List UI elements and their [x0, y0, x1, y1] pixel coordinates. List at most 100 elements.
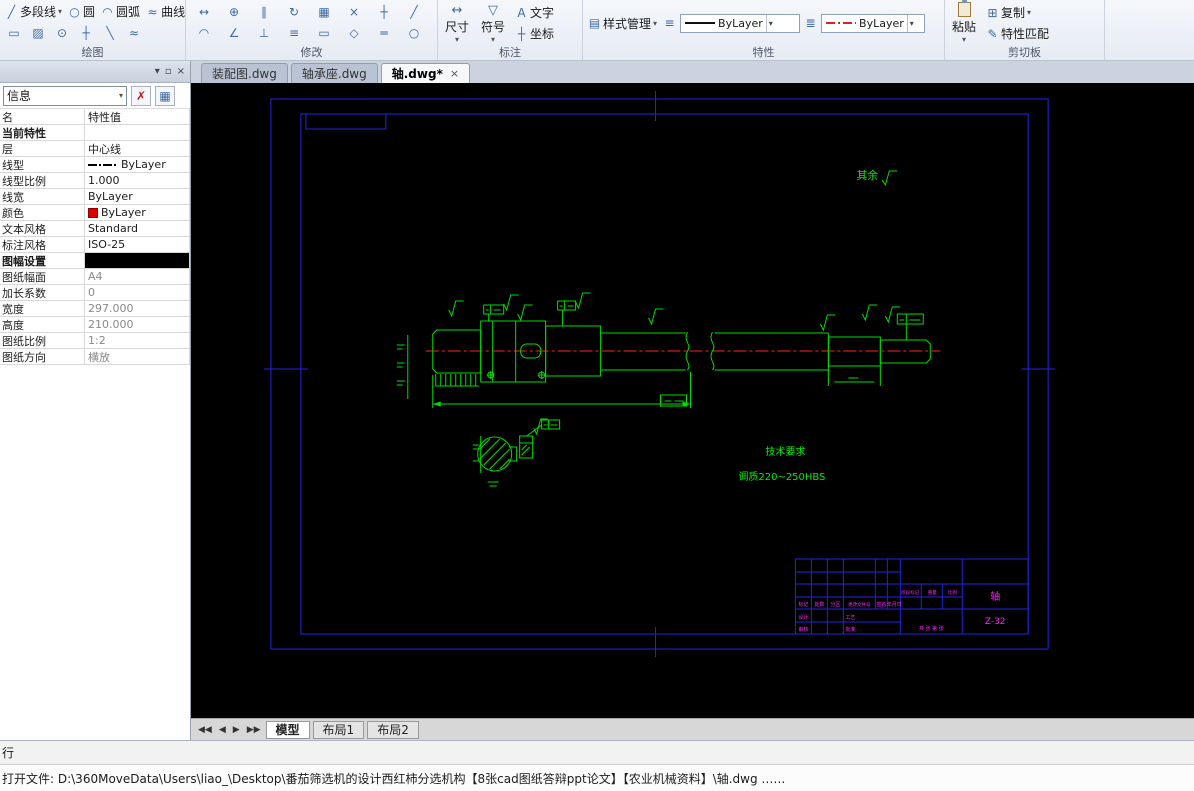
circle-button[interactable]: ○ 圆	[66, 2, 97, 21]
dimension-button[interactable]: ↔ 尺寸 ▾	[441, 2, 473, 44]
section-header-sheet[interactable]: 图幅设置	[0, 253, 190, 269]
copy-button[interactable]: ⊞ 复制 ▾	[984, 3, 1051, 22]
linetype-select[interactable]: ByLayer ▾	[680, 13, 801, 33]
property-row-linetype-scale[interactable]: 线型比例 1.000	[0, 173, 190, 189]
property-row-linetype[interactable]: 线型 ByLayer	[0, 157, 190, 173]
palette-titlebar[interactable]: ▾ ▫ ×	[0, 61, 190, 83]
symbol-button[interactable]: ▽ 符号 ▾	[477, 2, 509, 44]
nav-first-icon: ◀	[198, 724, 205, 735]
paper-border	[263, 91, 1056, 657]
mirror-tool-icon[interactable]: ∥	[253, 3, 275, 21]
command-line[interactable]: 行	[0, 740, 1194, 764]
drawing-canvas[interactable]: 标记 处数 分区 更改文件号 签名 年月日 设计 审核 工艺 批准 阶段标记 重…	[191, 83, 1194, 718]
property-row-paper-size[interactable]: 图纸幅面 A4	[0, 269, 190, 285]
match-properties-button[interactable]: ✎ 特性匹配	[984, 24, 1051, 43]
curve-button[interactable]: ≈ 曲线	[144, 2, 187, 21]
float-window-icon[interactable]: ▫	[165, 66, 172, 77]
title-block-label: 标记	[798, 601, 808, 608]
palette-empty-area	[0, 365, 190, 740]
title-block: 标记 处数 分区 更改文件号 签名 年月日 设计 审核 工艺 批准 阶段标记 重…	[794, 558, 1029, 635]
chevron-down-icon[interactable]: ▾	[155, 66, 160, 77]
tab-model[interactable]: 模型	[265, 720, 310, 739]
property-row-paper-orientation[interactable]: 图纸方向 横放	[0, 349, 190, 365]
explode-tool-icon[interactable]: ◇	[343, 24, 365, 42]
property-row-lengthen-factor[interactable]: 加长系数 0	[0, 285, 190, 301]
chevron-down-icon: ▾	[491, 34, 496, 44]
tab-layout2[interactable]: 布局2	[367, 720, 419, 739]
trim-tool-icon[interactable]: ┼	[373, 3, 395, 21]
ribbon: ╱ 多段线 ▾ ○ 圆 ◠ 圆弧 ≈ 曲线 ▭ ▨ ⊙ ┼ ╲ ≈ 绘图 ↔ ⊕ ∥ ↻	[0, 0, 1194, 61]
document-tab-bar: 装配图.dwg 轴承座.dwg 轴.dwg* ×	[191, 61, 1194, 83]
style-manager-button[interactable]: ▤ 样式管理 ▾	[586, 14, 659, 33]
document-tab[interactable]: 装配图.dwg	[201, 63, 288, 83]
fillet-tool-icon[interactable]: ◠	[193, 24, 215, 42]
coordinate-button[interactable]: ┼ 坐标	[513, 24, 556, 43]
break-tool-icon[interactable]: ⊥	[253, 24, 275, 42]
color-linetype-select[interactable]: ByLayer ▾	[821, 13, 926, 33]
centerline-tool-icon[interactable]: ┼	[75, 24, 97, 42]
arc-icon: ◠	[102, 4, 113, 19]
property-row-dim-style[interactable]: 标注风格 ISO-25	[0, 237, 190, 253]
spline-tool-icon[interactable]: ≈	[123, 24, 145, 42]
properties-group-label: 特性	[752, 46, 775, 59]
move-tool-icon[interactable]: ↔	[193, 3, 215, 21]
property-row-layer[interactable]: 层 中心线	[0, 141, 190, 157]
close-icon[interactable]: ×	[177, 66, 185, 77]
offset-tool-icon[interactable]: ═	[373, 24, 395, 42]
title-block-label: 更改文件号	[848, 601, 871, 608]
nav-prev-button[interactable]: ◀	[217, 725, 228, 735]
property-row-width[interactable]: 宽度 297.000	[0, 301, 190, 317]
property-row-text-style[interactable]: 文本风格 Standard	[0, 221, 190, 237]
color-swatch	[88, 207, 98, 218]
chevron-down-icon: ▾	[962, 35, 967, 44]
array-tool-icon[interactable]: ▦	[313, 3, 335, 21]
title-block-label: 处数	[814, 601, 824, 608]
roughness-symbol	[881, 170, 898, 187]
layer-list-icon[interactable]: ≡	[663, 16, 676, 30]
chamfer-tool-icon[interactable]: ∠	[223, 24, 245, 42]
erase-tool-icon[interactable]: ×	[343, 3, 365, 21]
nav-next-button[interactable]: ▶	[231, 725, 242, 735]
document-tab-active[interactable]: 轴.dwg* ×	[380, 63, 471, 83]
coordinate-icon: ┼	[517, 26, 526, 41]
close-tab-icon[interactable]: ×	[450, 67, 459, 80]
edit-filter-button[interactable]: ✗	[131, 85, 151, 106]
scale-tool-icon[interactable]: ▭	[313, 24, 335, 42]
copy-tool-icon[interactable]: ⊕	[223, 3, 245, 21]
status-bar: 打开文件: D:\360MoveData\Users\liao_\Desktop…	[0, 764, 1194, 791]
polyline-button[interactable]: ╱ 多段线 ▾	[3, 2, 64, 21]
drawing-viewport[interactable]: 标记 处数 分区 更改文件号 签名 年月日 设计 审核 工艺 批准 阶段标记 重…	[191, 83, 1194, 718]
title-block-label: 审核	[798, 626, 808, 633]
filter-select[interactable]: 信息 ▾	[3, 85, 127, 106]
text-button[interactable]: A 文字	[513, 3, 556, 22]
chevron-down-icon: ▾	[765, 14, 775, 32]
document-tab[interactable]: 轴承座.dwg	[290, 63, 378, 83]
tab-layout1[interactable]: 布局1	[312, 720, 365, 739]
symbol-icon: ▽	[488, 2, 499, 18]
property-row-lineweight[interactable]: 线宽 ByLayer	[0, 189, 190, 205]
linetype-preview	[88, 163, 118, 166]
property-row-height[interactable]: 高度 210.000	[0, 317, 190, 333]
extend-tool-icon[interactable]: ╱	[403, 3, 425, 21]
stretch-tool-icon[interactable]: ≡	[283, 24, 305, 42]
paste-button[interactable]: 粘贴 ▾	[948, 0, 980, 44]
lineweight-icon[interactable]: ≣	[804, 16, 817, 30]
node-edit-tool-icon[interactable]: ○	[403, 24, 425, 42]
tech-requirements-line: 调质220~250HBS	[738, 471, 825, 483]
rotate-tool-icon[interactable]: ↻	[283, 3, 305, 21]
properties-palette: ▾ ▫ × 信息 ▾ ✗ ▦ 名 特性值 当前特性 层 中心线 线型 ByLaye…	[0, 61, 191, 740]
nav-last-button[interactable]: ▶▶	[245, 725, 263, 735]
title-block-label: 设计	[798, 614, 808, 621]
section-header-current[interactable]: 当前特性	[0, 125, 190, 141]
hatch-tool-icon[interactable]: ▨	[27, 24, 49, 42]
property-row-paper-scale[interactable]: 图纸比例 1:2	[0, 333, 190, 349]
property-row-color[interactable]: 颜色 ByLayer	[0, 205, 190, 221]
nav-first-button[interactable]: ◀◀	[196, 725, 214, 735]
rectangle-tool-icon[interactable]: ▭	[3, 24, 25, 42]
point-tool-icon[interactable]: ⊙	[51, 24, 73, 42]
arc-button[interactable]: ◠ 圆弧	[99, 2, 142, 21]
chevron-down-icon: ▾	[118, 91, 123, 100]
nav-last-icon: ▶	[246, 724, 254, 735]
grid-view-button[interactable]: ▦	[155, 85, 175, 106]
line-tool-icon[interactable]: ╲	[99, 24, 121, 42]
